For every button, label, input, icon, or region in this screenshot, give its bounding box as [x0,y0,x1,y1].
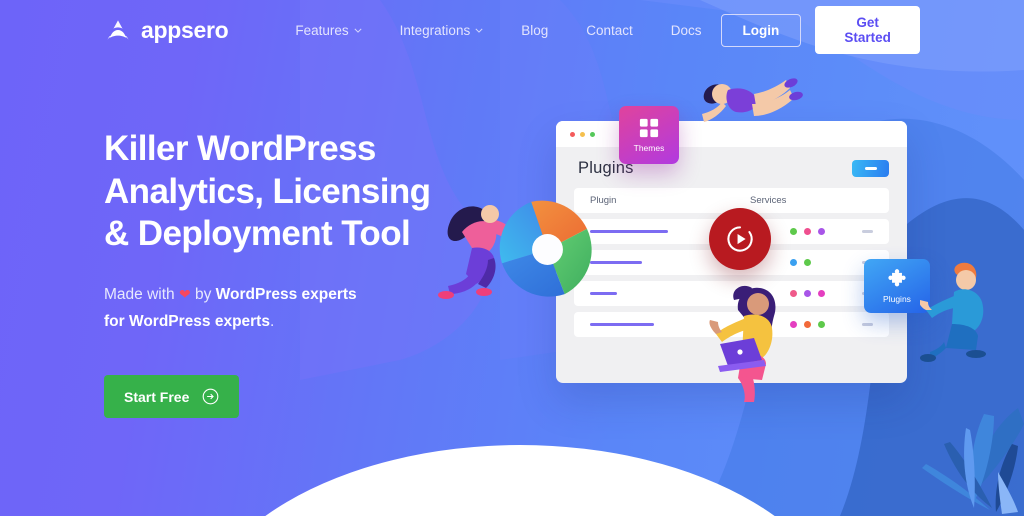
hero-copy: Killer WordPress Analytics, Licensing & … [104,128,464,419]
minimize-icon [864,167,877,170]
nav-item-label: Contact [586,22,633,38]
window-dot-maximize [590,131,595,137]
plugins-card-label: Plugins [883,293,911,304]
login-button[interactable]: Login [720,13,802,47]
service-dot [803,259,811,266]
play-video-button[interactable] [709,208,771,270]
heart-icon: ❤ [178,286,191,303]
navbar: appsero Features Integrations Blog Conta… [0,0,1024,60]
headline-line-3: & Deployment Tool [104,214,411,254]
row-services-cell [789,321,862,328]
row-services-cell [789,228,862,235]
nav-links: Features Integrations Blog Contact Docs [276,17,720,44]
column-header-services: Services [750,195,787,206]
minimize-button[interactable] [852,160,889,177]
headline-line-2: Analytics, Licensing [104,171,431,211]
nav-item-label: Features [295,22,349,38]
row-end-cell [862,230,873,233]
nav-item-integrations[interactable]: Integrations [381,17,503,44]
service-dot [803,321,811,328]
tropical-leaves-decoration [922,408,1024,514]
person-kneeling-illustration [920,262,986,362]
row-services-cell [789,259,862,266]
service-dot [817,228,825,235]
themes-card-label: Themes [633,142,665,153]
nav-item-blog[interactable]: Blog [502,17,567,44]
hero-subtitle: Made with ❤ by WordPress experts for Wor… [104,282,379,335]
service-dot [803,290,811,297]
appsero-arch-logo-icon [107,20,129,40]
brand-name: appsero [141,16,229,43]
nav-item-label: Docs [670,22,702,38]
start-free-button[interactable]: Start Free [104,375,240,419]
row-services-cell [789,290,862,297]
brand-logo[interactable]: appsero [104,16,229,44]
play-circle-icon [727,226,753,252]
service-dot [789,321,797,328]
puzzle-piece-icon [888,268,906,286]
person-flying-illustration [702,78,803,122]
nav-item-label: Integrations [399,22,471,38]
service-dot [817,321,825,328]
subtitle-mid: by [190,286,216,304]
window-dot-minimize [580,131,585,137]
service-dot [817,290,825,297]
arrow-right-circle-icon [202,389,219,405]
get-started-button[interactable]: Get Started [815,6,920,54]
row-end-cell [862,323,873,326]
nav-actions: Login Get Started [720,6,920,54]
chevron-down-icon [354,28,362,33]
donut-chart-illustration [499,200,592,297]
start-free-label: Start Free [124,388,190,405]
nav-item-label: Blog [521,22,549,38]
nav-item-features[interactable]: Features [276,17,380,44]
subtitle-suffix: . [269,312,275,330]
headline-line-1: Killer WordPress [104,129,376,168]
mockup-header: Plugins [556,147,907,188]
service-dot [789,228,797,235]
service-dot [803,228,811,235]
person-with-laptop-illustration [709,285,776,402]
service-dot [789,259,797,266]
row-plugin-cell [590,260,738,265]
hero-section: appsero Features Integrations Blog Conta… [0,0,1024,516]
themes-card[interactable]: Themes [619,106,679,164]
chevron-down-icon [475,28,483,33]
page-title: Killer WordPress Analytics, Licensing & … [104,128,464,256]
service-dot [789,290,797,297]
nav-item-docs[interactable]: Docs [652,17,721,44]
nav-item-contact[interactable]: Contact [567,17,652,44]
window-dot-close [570,131,575,137]
subtitle-prefix: Made with [104,286,179,304]
grid-squares-icon [639,118,659,137]
column-header-plugin: Plugin [590,195,617,206]
